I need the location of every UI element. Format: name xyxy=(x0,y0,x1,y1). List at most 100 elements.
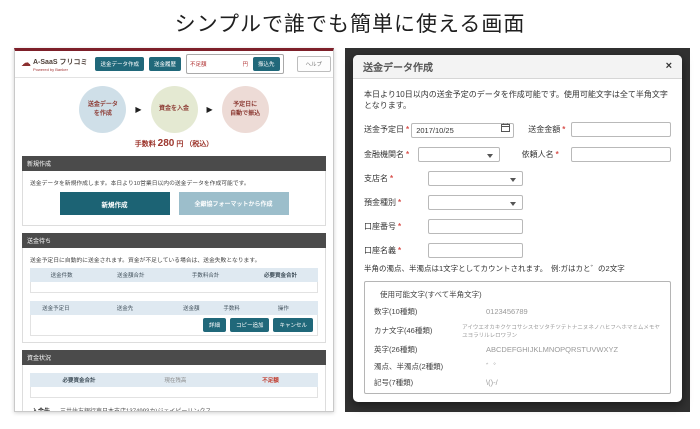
char-row-dakuten: 濁点、半濁点(2種類) ゛゜ xyxy=(374,361,661,372)
step-create-data: 送金データ を作成 xyxy=(79,86,127,133)
char-row-alpha: 英字(26種類) ABCDEFGHIJKLMNOPQRSTUVWXYZ xyxy=(374,344,661,355)
required-mark: * xyxy=(398,246,402,255)
required-mark: * xyxy=(562,124,566,134)
pending-summary-table: 送金件数 送金額合計 手数料合計 必要資金合計 xyxy=(30,268,318,293)
app-header: ☁ A-SaaS フリコミ Powered by Banker 送金データ作成 … xyxy=(15,51,333,78)
deposit-destination-label: 入金先 xyxy=(32,409,51,412)
logo-name: A-SaaS フリコミ xyxy=(33,58,88,66)
list-header-date: 送金予定日 xyxy=(42,306,70,312)
nav-create-transfer-data-button[interactable]: 送金データ作成 xyxy=(95,57,144,71)
branch-name-label: 支店名 * xyxy=(364,173,428,184)
branch-name-select[interactable] xyxy=(428,171,523,186)
required-mark: * xyxy=(390,174,394,183)
fee-amount: 280 xyxy=(157,138,175,149)
transfer-amount-label: 送金金額 * xyxy=(528,124,571,135)
row-cancel-button[interactable]: キャンセル xyxy=(273,318,313,332)
list-header-fee: 手数料 xyxy=(223,306,240,312)
funds-header-required-total: 必要資金合計 xyxy=(62,378,96,384)
bank-name-select[interactable] xyxy=(418,147,500,162)
nav-transfer-history-button[interactable]: 送金履歴 xyxy=(148,57,181,71)
char-row-symbols-label: 記号(7種類) xyxy=(374,378,414,387)
char-row-dakuten-value: ゛゜ xyxy=(486,361,501,371)
list-header-actions: 操作 xyxy=(277,306,289,312)
list-header-payee: 送金先 xyxy=(116,306,134,312)
step-deposit-funds-line1: 資金を入金 xyxy=(158,106,189,112)
scheduled-date-label: 送金予定日 * xyxy=(364,124,411,135)
deposit-type-select[interactable] xyxy=(428,195,523,210)
required-mark: * xyxy=(406,150,410,159)
shortage-label: 不足額 xyxy=(190,62,207,68)
summary-empty-row xyxy=(30,282,318,293)
client-name-input[interactable] xyxy=(571,147,671,162)
row-copy-add-button[interactable]: コピー追加 xyxy=(229,318,270,332)
step-deposit-funds: 資金を入金 xyxy=(150,86,198,133)
shortage-amount-box: 不足額 円 振込先 xyxy=(186,54,284,74)
row-detail-button[interactable]: 詳細 xyxy=(202,318,226,332)
transfer-data-modal: 送金データ作成 × 本日より10日以内の送金予定のデータを作成可能です。使用可能… xyxy=(353,55,682,402)
calendar-icon[interactable] xyxy=(501,123,511,132)
fee-tax-note: （税込） xyxy=(185,141,214,148)
deposit-type-label: 預金種別 * xyxy=(364,197,428,208)
shortage-unit: 円 xyxy=(242,62,249,68)
summary-header-fee-total: 手数料合計 xyxy=(191,273,220,279)
step-create-data-line2: を作成 xyxy=(93,110,112,117)
modal-title: 送金データ作成 xyxy=(363,63,433,74)
account-number-input[interactable] xyxy=(428,219,523,234)
cloud-logo-icon: ☁ xyxy=(21,58,31,69)
client-name-label: 依頼人名 * xyxy=(522,149,571,160)
table-row: 詳細 コピー追加 キャンセル xyxy=(30,315,318,336)
scheduled-date-input[interactable] xyxy=(411,123,515,138)
client-name-label-text: 依頼人名 xyxy=(521,150,554,159)
branch-name-label-text: 支店名 xyxy=(364,174,388,183)
fee-unit: 円 xyxy=(176,141,184,148)
transfer-amount-input[interactable] xyxy=(571,121,671,137)
account-holder-input[interactable] xyxy=(428,243,523,258)
section-create-new: 新規作成 送金データを新規作成します。本日より10営業日以内の送金データを作成可… xyxy=(22,156,326,226)
section-funds-status-header: 資金状況 xyxy=(22,350,326,365)
close-icon[interactable]: × xyxy=(666,61,672,72)
section-create-new-desc: 送金データを新規作成します。本日より10営業日以内の送金データを作成可能です。 xyxy=(30,181,250,187)
section-create-new-header: 新規作成 xyxy=(22,156,326,171)
modal-intro-text: 本日より10日以内の送金予定のデータを作成可能です。使用可能文字は全て半角文字と… xyxy=(364,90,668,110)
char-row-symbols: 記号(7種類) \()-/ xyxy=(374,377,661,388)
funds-table: 必要資金合計 現在残高 不足額 xyxy=(30,373,318,398)
section-funds-status: 資金状況 必要資金合計 現在残高 不足額 入金先 三井住友銀行東日本支店1374… xyxy=(22,350,326,412)
account-holder-label: 口座名義 * xyxy=(364,245,428,256)
summary-header-count: 送金件数 xyxy=(50,273,73,279)
funds-empty-row xyxy=(30,387,318,398)
step-create-data-line1: 送金データ xyxy=(87,101,118,108)
section-pending-transfers: 送金待ち 送金予定日に自動的に送金されます。資金が不足している場合は、送金失敗と… xyxy=(22,233,326,343)
list-header-amount: 送金額 xyxy=(183,306,200,312)
account-number-label-text: 口座番号 xyxy=(364,222,396,231)
funds-header-shortage: 不足額 xyxy=(262,378,279,384)
step-auto-transfer: 予定日に 自動で振込 xyxy=(221,86,269,133)
required-mark: * xyxy=(555,150,559,159)
usable-characters-box: 使用可能文字(すべて半角文字) 数字(10種類) 0123456789 カナ文字… xyxy=(364,281,671,394)
step-auto-transfer-line2: 自動で振込 xyxy=(230,110,261,117)
help-button[interactable]: ヘルプ xyxy=(296,56,332,72)
pending-list-table: 送金予定日 送金先 送金額 手数料 操作 詳細 コピー追加 キャンセル xyxy=(30,301,318,336)
char-row-alpha-value: ABCDEFGHIJKLMNOPQRSTUVWXYZ xyxy=(486,345,619,354)
summary-header-amount-total: 送金額合計 xyxy=(117,273,145,279)
transfer-amount-label-text: 送金金額 xyxy=(528,124,561,134)
page-title: シンプルで誰でも簡単に使える画面 xyxy=(174,13,526,36)
deposit-destination-value: 三井住友銀行東日本支店1374993カ)ジェイピーリンクス xyxy=(60,409,212,412)
dakuten-count-note: 半角の濁点、半濁点は1文字としてカウントされます。 例:ガはカと゛の2文字 xyxy=(364,264,625,273)
section-pending-transfers-header: 送金待ち xyxy=(22,233,326,248)
usable-characters-title: 使用可能文字(すべて半角文字) xyxy=(380,290,482,299)
char-row-kana-value: アイウエオカキクケコサシスセソタチツテトナニヌネノハヒフヘホマミムメモヤユヨラリ… xyxy=(462,324,660,339)
payee-button[interactable]: 振込先 xyxy=(253,57,280,71)
step-arrow-icon: ▶ xyxy=(135,105,142,114)
char-row-digits-label: 数字(10種類) xyxy=(374,307,418,316)
char-row-dakuten-label: 濁点、半濁点(2種類) xyxy=(374,361,444,371)
required-mark: * xyxy=(406,124,410,134)
process-steps: 送金データ を作成 ▶ 資金を入金 ▶ 予定日に 自動で振込 xyxy=(15,86,333,133)
summary-header-required-funds-total: 必要資金合計 xyxy=(264,273,298,279)
create-new-button[interactable]: 新規作成 xyxy=(59,192,170,215)
account-holder-label-text: 口座名義 xyxy=(364,246,396,255)
step-auto-transfer-line1: 予定日に xyxy=(233,101,258,108)
required-mark: * xyxy=(398,222,402,231)
create-from-zengin-format-button[interactable]: 全銀協フォーマットから作成 xyxy=(178,192,289,215)
fee-line: 手数料 280 円 （税込） xyxy=(15,138,333,149)
app-window: ☁ A-SaaS フリコミ Powered by Banker 送金データ作成 … xyxy=(14,48,334,412)
